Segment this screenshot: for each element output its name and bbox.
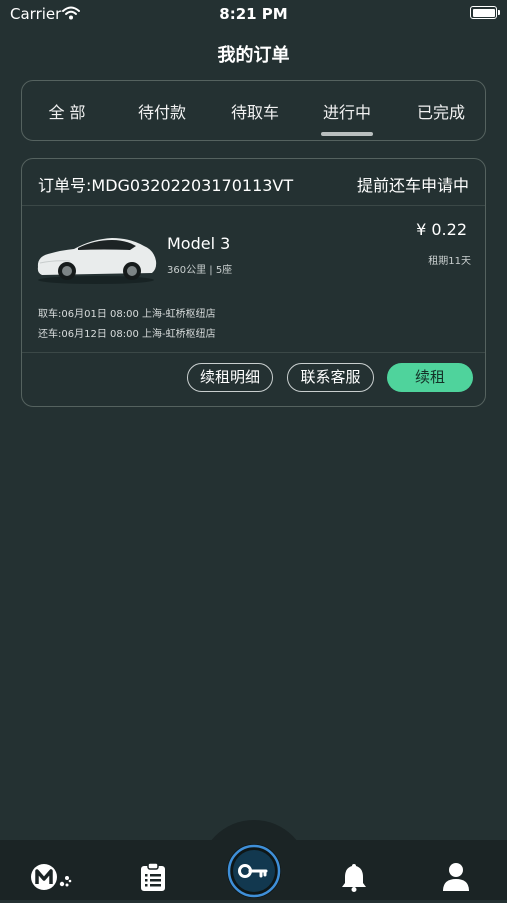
tab-all[interactable]: 全 部 <box>22 99 112 123</box>
brand-logo-icon[interactable] <box>30 862 74 896</box>
order-card[interactable]: 订单号:MDG03202203170113VT 提前还车申请中 Model 3 … <box>21 158 486 407</box>
tab-completed[interactable]: 已完成 <box>396 99 486 123</box>
card-divider <box>22 205 485 206</box>
active-tab-indicator <box>321 132 373 136</box>
rental-period: 租期11天 <box>428 256 471 267</box>
battery-icon <box>470 6 500 19</box>
orders-clipboard-icon[interactable] <box>140 862 166 896</box>
key-icon[interactable] <box>226 843 282 903</box>
renew-button[interactable]: 续租 <box>387 363 473 392</box>
car-image <box>34 233 159 289</box>
tab-pending-pickup[interactable]: 待取车 <box>210 99 300 123</box>
page-title: 我的订单 <box>217 45 290 66</box>
car-model: Model 3 <box>167 234 231 253</box>
renew-detail-button[interactable]: 续租明细 <box>187 363 273 392</box>
pickup-info: 取车:06月01日 08:00 上海-虹桥枢纽店 <box>38 309 216 320</box>
order-status: 提前还车申请中 <box>356 176 469 195</box>
contact-service-button[interactable]: 联系客服 <box>287 363 374 392</box>
order-price: ¥ 0.22 <box>416 220 467 239</box>
tab-in-progress[interactable]: 进行中 <box>302 99 392 123</box>
clock: 8:21 PM <box>219 5 288 23</box>
tab-pending-payment[interactable]: 待付款 <box>117 99 207 123</box>
card-divider <box>22 352 485 353</box>
order-filter-tabs: 全 部 待付款 待取车 进行中 已完成 <box>21 80 486 141</box>
status-bar: Carrier 8:21 PM <box>0 0 507 28</box>
bell-icon[interactable] <box>341 862 367 896</box>
return-info: 还车:06月12日 08:00 上海-虹桥枢纽店 <box>38 329 216 340</box>
car-specs: 360公里 | 5座 <box>167 265 233 276</box>
user-icon[interactable] <box>442 862 470 896</box>
order-number: 订单号:MDG03202203170113VT <box>38 176 294 195</box>
